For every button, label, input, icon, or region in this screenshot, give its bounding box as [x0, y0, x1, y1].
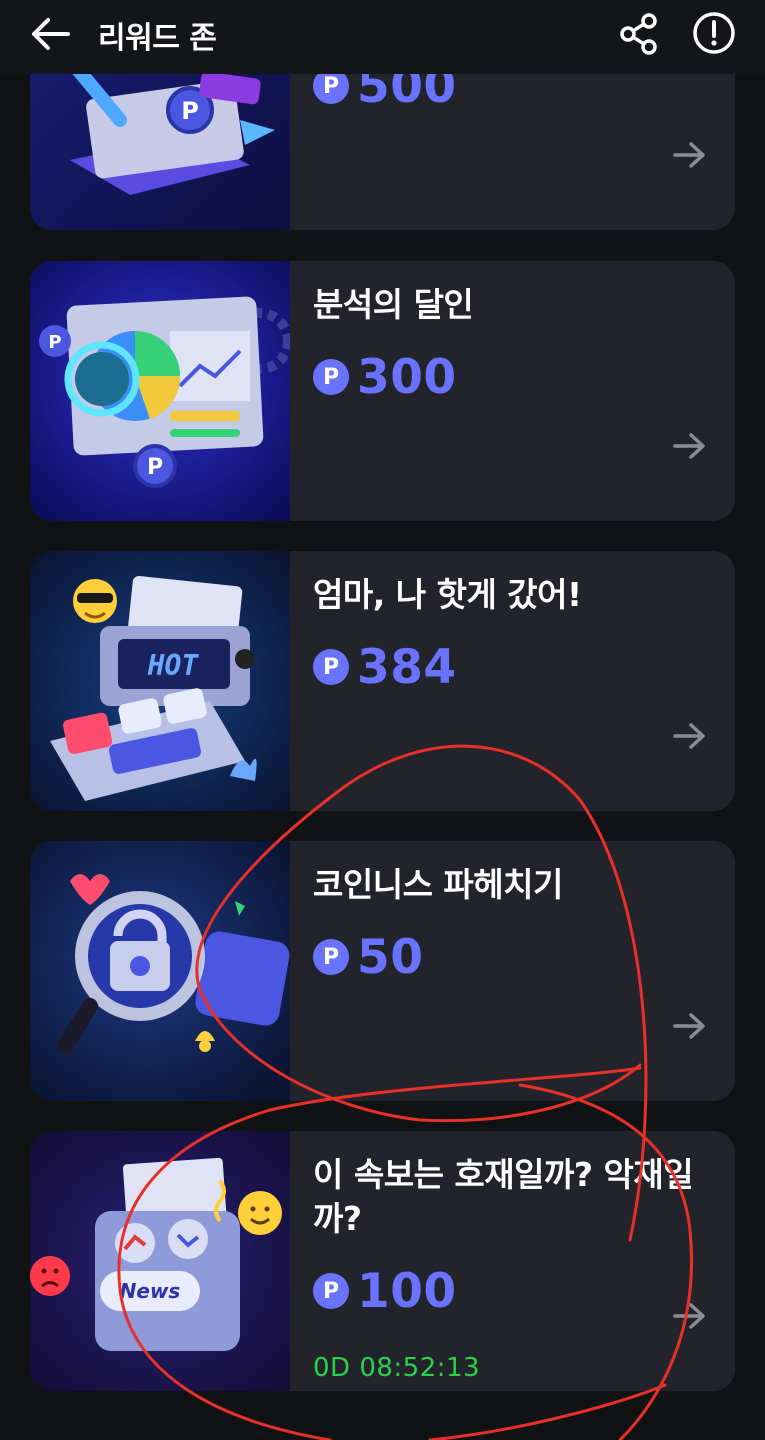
- points-value: 100: [357, 1263, 457, 1319]
- points-value: 384: [357, 639, 457, 695]
- reward-points: P 100: [313, 1263, 457, 1319]
- card-thumbnail-image: HOT: [30, 551, 290, 811]
- card-title: 엄마, 나 핫게 갔어!: [313, 575, 582, 614]
- svg-text:P: P: [48, 332, 61, 353]
- points-value: 50: [357, 929, 424, 985]
- news-screen-text: News: [120, 1279, 181, 1303]
- countdown-timer: 0D 08:52:13: [313, 1353, 481, 1383]
- card-thumbnail-image: P P: [30, 261, 290, 521]
- reward-card[interactable]: 코인니스 파헤치기 P 50: [30, 841, 735, 1101]
- reward-card[interactable]: News 이 속보는 호재일까? 악재일까? P 100 0D 08:52:13: [30, 1131, 735, 1391]
- share-icon[interactable]: [618, 12, 660, 56]
- reward-points: P 384: [313, 639, 457, 695]
- svg-text:P: P: [181, 97, 199, 125]
- reward-card[interactable]: P P 분석의 달인 P 300: [30, 261, 735, 521]
- svg-text:P: P: [147, 455, 163, 480]
- card-title: 분석의 달인: [313, 285, 474, 324]
- hot-screen-text: HOT: [147, 649, 200, 682]
- card-thumbnail-image: [30, 841, 290, 1101]
- back-arrow-icon[interactable]: [28, 14, 74, 54]
- exclamation-circle-icon[interactable]: [691, 10, 737, 56]
- point-coin-icon: P: [313, 1273, 349, 1309]
- arrow-right-icon[interactable]: [672, 721, 708, 751]
- arrow-right-icon[interactable]: [672, 1301, 708, 1331]
- arrow-right-icon[interactable]: [672, 1011, 708, 1041]
- card-title: 코인니스 파헤치기: [313, 865, 563, 904]
- card-title: 이 속보는 호재일까? 악재일까?: [313, 1155, 694, 1238]
- arrow-right-icon[interactable]: [672, 431, 708, 461]
- points-value: 300: [357, 349, 457, 405]
- arrow-right-icon[interactable]: [672, 140, 708, 170]
- point-coin-icon: P: [313, 649, 349, 685]
- reward-points: P 300: [313, 349, 457, 405]
- point-coin-icon: P: [313, 359, 349, 395]
- reward-points: P 50: [313, 929, 423, 985]
- card-thumbnail-image: News: [30, 1131, 290, 1391]
- page-title: 리워드 존: [98, 21, 217, 56]
- point-coin-icon: P: [313, 939, 349, 975]
- top-bar: 리워드 존: [0, 0, 765, 74]
- reward-card[interactable]: HOT 엄마, 나 핫게 갔어! P 384: [30, 551, 735, 811]
